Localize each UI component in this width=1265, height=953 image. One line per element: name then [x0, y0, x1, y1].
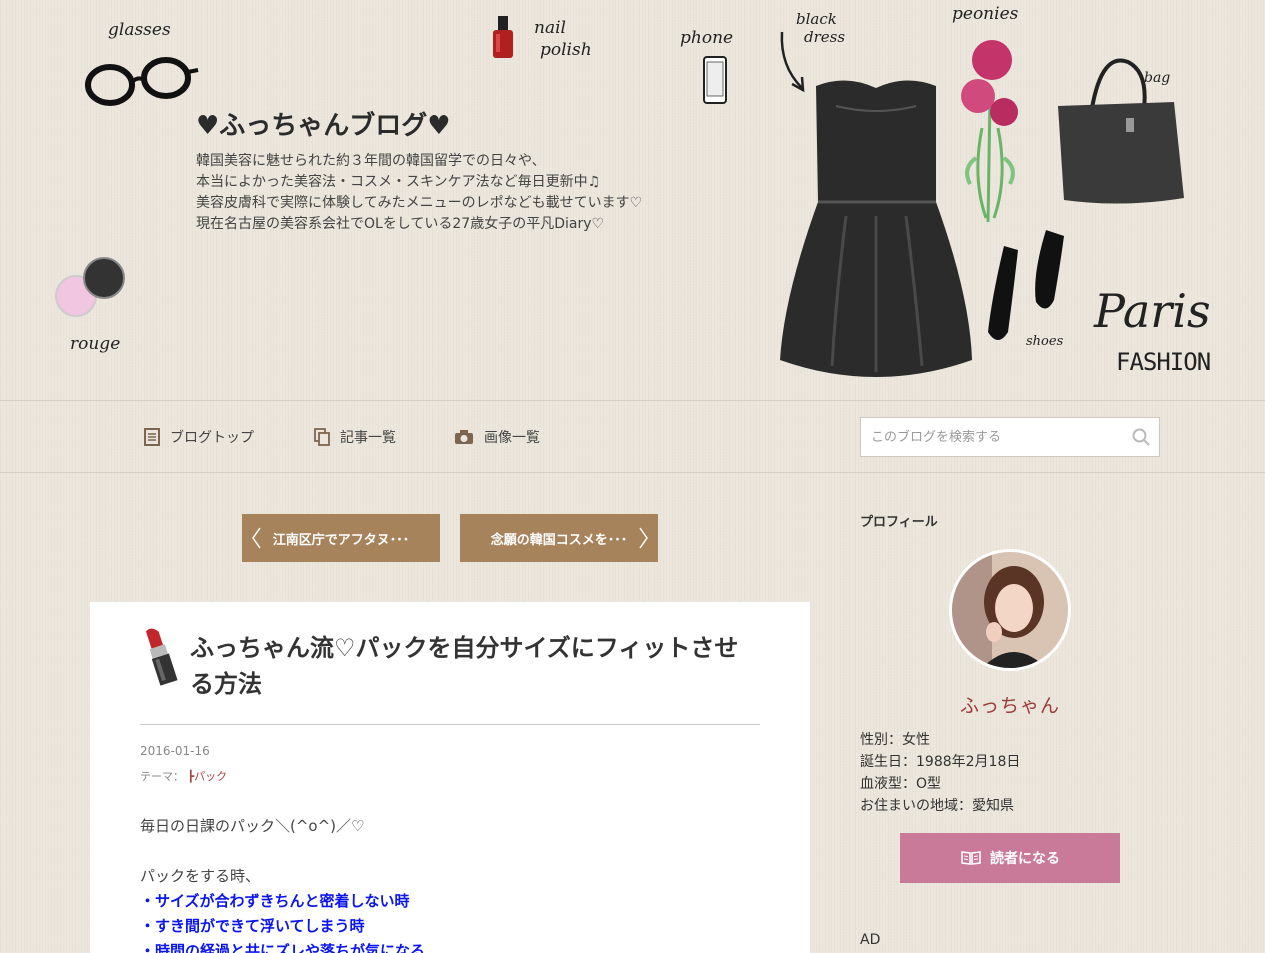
- article-paragraph: パックをする時、: [140, 867, 261, 885]
- article-card: ふっちゃん流♡パックを自分サイズにフィットさせる方法 2016-01-16 テー…: [90, 602, 810, 953]
- profile-info-line: 性別：女性: [860, 732, 930, 748]
- article-point: ・時間の経過と共にズレや落ちが気になる: [140, 942, 426, 953]
- next-entry-button[interactable]: 念願の韓国コスメを･･･: [460, 514, 658, 562]
- theme-value: パック: [194, 770, 228, 783]
- nav-item-image-list[interactable]: 画像一覧: [454, 427, 540, 447]
- follow-button[interactable]: 読者になる: [900, 833, 1120, 883]
- blog-title[interactable]: ♥ふっちゃんブログ♥: [196, 105, 451, 142]
- phone-icon: [703, 56, 727, 104]
- deco-label-nail: nail: [534, 18, 566, 38]
- lipstick-icon: [145, 628, 178, 686]
- nav-item-label: 記事一覧: [340, 430, 396, 446]
- article-divider: [140, 724, 760, 725]
- profile-name[interactable]: ふっちゃん: [860, 691, 1160, 718]
- tote-bag-icon: [1058, 58, 1184, 204]
- camera-icon: [455, 430, 473, 444]
- deco-label-peonies: peonies: [952, 4, 1019, 24]
- search-icon[interactable]: [1123, 428, 1159, 446]
- chevron-left-icon: [252, 527, 261, 549]
- copy-icon: [314, 428, 330, 446]
- profile-info-line: 血液型：O型: [860, 776, 942, 792]
- theme-label: テーマ：: [140, 770, 184, 783]
- prev-entry-label: 江南区庁でアフタヌ･･･: [272, 532, 410, 548]
- article-paragraph: 毎日の日課のパック＼(^o^)／♡: [140, 817, 365, 835]
- profile-info-line: 誕生日：1988年2月18日: [860, 754, 1021, 770]
- profile-info-line: お住まいの地域：愛知県: [860, 798, 1014, 814]
- profile-info: 性別：女性 誕生日：1988年2月18日 血液型：O型 お住まいの地域：愛知県: [860, 729, 1020, 817]
- search-input[interactable]: [861, 418, 1123, 456]
- deco-label-polish: polish: [540, 40, 592, 60]
- profile-heading: プロフィール: [860, 515, 938, 530]
- nail-polish-icon: [493, 16, 513, 58]
- avatar[interactable]: [949, 549, 1071, 671]
- peonies-icon: [961, 40, 1018, 223]
- deco-label-phone: phone: [680, 28, 734, 48]
- blog-description-line: 美容皮膚科で実際に体験してみたメニューのレポなども載せています♡: [196, 195, 643, 211]
- deco-label-glasses: glasses: [108, 20, 171, 40]
- blog-description-line: 韓国美容に魅せられた約３年間の韓国留学での日々や、: [196, 153, 546, 169]
- deco-label-dress: dress: [804, 28, 846, 46]
- nav-item-label: 画像一覧: [484, 430, 540, 446]
- deco-label-shoes: shoes: [1026, 334, 1064, 349]
- nav-item-blog-top[interactable]: ブログトップ: [144, 427, 254, 447]
- blog-description: 韓国美容に魅せられた約３年間の韓国留学での日々や、 本当によかった美容法・コスメ…: [196, 151, 642, 235]
- black-dress-icon: [780, 80, 972, 377]
- deco-label-rouge: rouge: [70, 334, 121, 354]
- sidebar: プロフィール ふっちゃん 性別：女性 誕生日：1988年2月18日 血液型：O型…: [860, 511, 1160, 948]
- nav-item-label: ブログトップ: [170, 430, 254, 446]
- rouge-compact-icon: [55, 257, 125, 317]
- next-entry-label: 念願の韓国コスメを･･･: [490, 532, 628, 548]
- deco-label-black: black: [796, 10, 837, 28]
- follow-button-label: 読者になる: [990, 851, 1060, 867]
- article-body: 毎日の日課のパック＼(^o^)／♡ パックをする時、 ・サイズが合わずきちんと密…: [140, 814, 425, 953]
- article-date: 2016-01-16: [140, 744, 210, 758]
- paris-logo-text: Paris: [1094, 284, 1211, 338]
- blog-description-line: 本当によかった美容法・コスメ・スキンケア法など毎日更新中♫: [196, 174, 601, 190]
- prev-entry-button[interactable]: 江南区庁でアフタヌ･･･: [242, 514, 440, 562]
- chevron-right-icon: [639, 527, 648, 549]
- theme-link[interactable]: ┣パック: [188, 770, 228, 783]
- document-icon: [144, 428, 160, 446]
- book-icon: [961, 851, 981, 865]
- blog-description-line: 現在名古屋の美容系会社でOLをしている27歳女子の平凡Diary♡: [196, 216, 605, 232]
- article-point: ・すき間ができて浮いてしまう時: [140, 917, 365, 935]
- article-point: ・サイズが合わずきちんと密着しない時: [140, 892, 410, 910]
- nav-item-entry-list[interactable]: 記事一覧: [314, 427, 396, 447]
- article-title: ふっちゃん流♡パックを自分サイズにフィットさせる方法: [190, 634, 739, 698]
- blog-header: glasses nail polish phone black dress pe…: [0, 0, 1265, 400]
- article-theme: テーマ： ┣パック: [140, 768, 227, 784]
- blog-search: [860, 417, 1160, 457]
- shoes-icon: [988, 230, 1064, 340]
- glasses-icon: [85, 57, 199, 106]
- ad-label: AD: [860, 932, 881, 948]
- fashion-logo-text: FASHION: [1116, 348, 1211, 376]
- global-nav: ブログトップ 記事一覧 画像一覧: [0, 400, 1265, 473]
